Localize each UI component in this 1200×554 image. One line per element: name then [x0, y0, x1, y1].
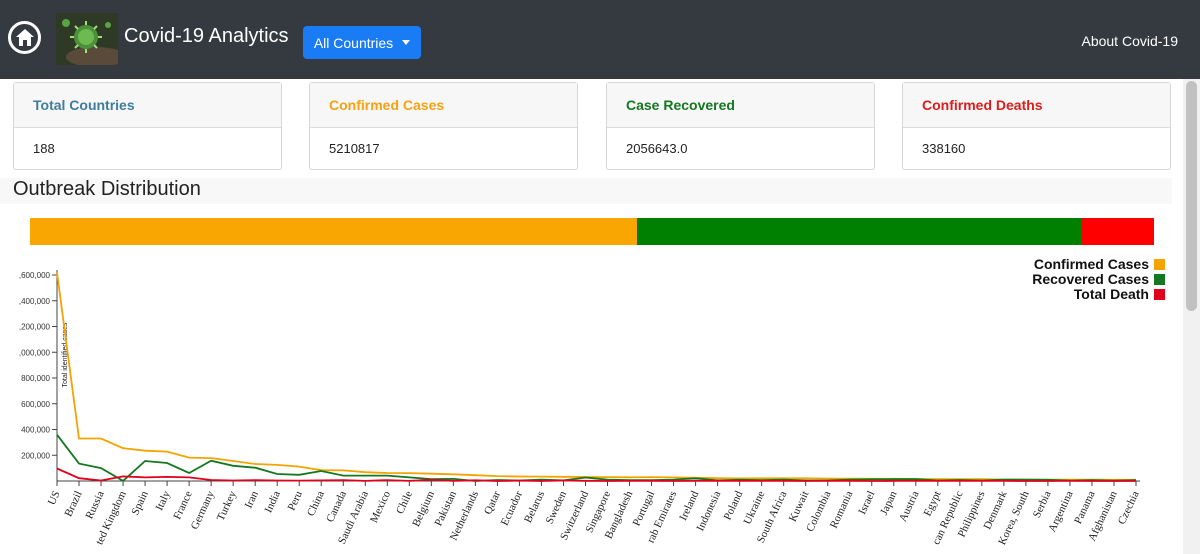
distribution-bar-recovered: [637, 218, 1081, 245]
vertical-scrollbar[interactable]: [1183, 79, 1200, 554]
recovered-card: Case Recovered 2056643.0: [606, 82, 875, 170]
legend-swatch: [1154, 259, 1165, 270]
y-tick-label: 800,000: [21, 374, 50, 383]
series-line-recovered-cases: [56, 434, 1137, 483]
legend-swatch: [1154, 289, 1165, 300]
x-tick-label: Ireland: [677, 489, 701, 523]
home-icon: [16, 29, 34, 46]
x-tick-label: Japan: [878, 489, 900, 517]
virus-logo: [56, 13, 118, 65]
card-title: Total Countries: [14, 83, 281, 128]
y-tick-label: ,600,000: [19, 271, 51, 280]
legend-label: Recovered Cases: [1032, 271, 1149, 287]
series-line-confirmed-cases: [56, 272, 1136, 481]
x-tick-label: Peru: [286, 489, 306, 513]
x-tick-label: China: [305, 489, 327, 518]
top-navbar: Covid-19 Analytics All Countries About C…: [0, 0, 1200, 79]
legend-label: Confirmed Cases: [1034, 256, 1149, 272]
x-tick-label: Italy: [153, 489, 173, 513]
y-tick-label: ,200,000: [19, 323, 51, 332]
total-countries-card: Total Countries 188: [13, 82, 282, 170]
card-value: 188: [33, 141, 55, 156]
x-tick-label: Egypt: [922, 489, 944, 518]
card-value: 338160: [922, 141, 966, 156]
y-tick-label: 200,000: [21, 451, 50, 460]
home-button[interactable]: [8, 21, 41, 54]
x-tick-label: Austria: [897, 489, 922, 524]
scrollbar-thumb[interactable]: [1186, 81, 1197, 311]
legend-swatch: [1154, 274, 1165, 285]
y-tick-label: ,000,000: [19, 348, 51, 357]
x-tick-label: France: [171, 489, 195, 521]
confirmed-cases-card: Confirmed Cases 5210817: [309, 82, 578, 170]
x-tick-label: Qatar: [482, 489, 503, 517]
distribution-bar-deaths: [1081, 218, 1154, 245]
deaths-card: Confirmed Deaths 338160: [902, 82, 1171, 170]
x-tick-label: Iran: [243, 489, 262, 511]
about-link[interactable]: About Covid-19: [1081, 33, 1178, 49]
outbreak-line-chart: 200,000 400,000 600,000 800,000 ,000,000 ,200…: [19, 256, 1165, 547]
x-tick-label: Brazil: [62, 489, 84, 518]
x-tick-label: Czechia: [1116, 489, 1142, 526]
card-value: 5210817: [329, 141, 380, 156]
distribution-bar-confirmed: [30, 218, 637, 245]
x-tick-label: India: [262, 489, 282, 515]
x-tick-label: Israel: [856, 489, 877, 516]
legend-label: Total Death: [1074, 286, 1149, 302]
x-tick-label: Turkey: [215, 489, 239, 523]
x-tick-label: Serbia: [1031, 489, 1054, 520]
country-dropdown[interactable]: All Countries: [303, 26, 421, 59]
section-title: Outbreak Distribution: [0, 178, 1172, 204]
y-tick-label: 400,000: [21, 426, 50, 435]
x-tick-label: US: [46, 489, 63, 507]
y-tick-label: ,400,000: [19, 297, 51, 306]
card-title: Case Recovered: [607, 83, 874, 128]
card-value: 2056643.0: [626, 141, 688, 156]
x-tick-label: Spain: [129, 489, 151, 517]
card-title: Confirmed Deaths: [903, 83, 1170, 128]
x-tick-label: Poland: [722, 489, 746, 522]
app-title: Covid-19 Analytics: [124, 25, 289, 47]
x-tick-label: Chile: [394, 489, 415, 516]
country-dropdown-label: All Countries: [313, 34, 394, 51]
x-tick-label: Mexico: [368, 489, 393, 525]
x-tick-label: Russia: [83, 489, 106, 521]
y-tick-label: 600,000: [21, 400, 50, 409]
card-title: Confirmed Cases: [310, 83, 577, 128]
caret-down-icon: [402, 40, 411, 45]
x-tick-label: Kuwait: [787, 489, 812, 523]
